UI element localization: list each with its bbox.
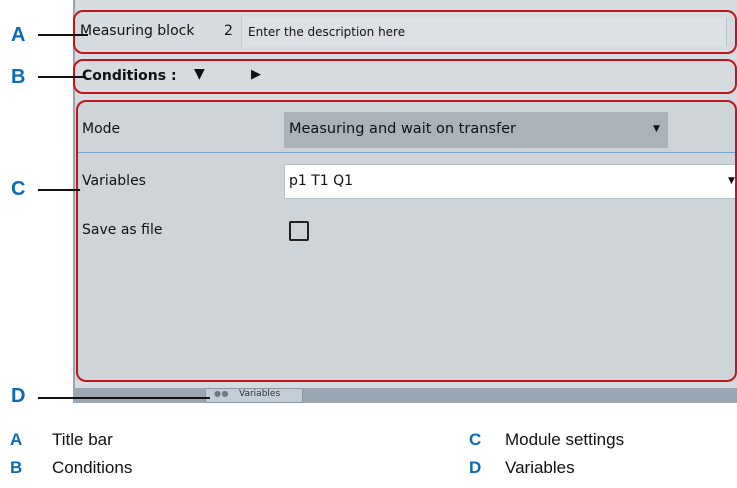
leader-a (38, 34, 88, 36)
leader-c (38, 189, 80, 191)
legend-text-b: Conditions (52, 458, 133, 477)
leader-d (38, 397, 210, 399)
legend-text-d: Variables (505, 458, 575, 477)
marker-b: B (11, 66, 26, 88)
legend-letter-d: D (469, 458, 482, 477)
leader-b (38, 76, 86, 78)
dots-icon: ● ● (214, 389, 228, 398)
marker-d: D (11, 385, 26, 407)
panel-left-border (73, 0, 75, 403)
legend-text-a: Title bar (52, 430, 113, 449)
callout-box-b (73, 59, 737, 94)
callout-box-a (73, 10, 737, 54)
legend-letter-a: A (10, 430, 23, 449)
legend-text-c: Module settings (505, 430, 625, 449)
marker-c: C (11, 178, 26, 200)
legend-letter-c: C (469, 430, 482, 449)
tab-variables-label[interactable]: Variables (239, 389, 280, 399)
bottom-tab-strip (74, 388, 737, 403)
marker-a: A (11, 24, 26, 46)
legend-letter-b: B (10, 458, 23, 477)
callout-box-c (76, 100, 737, 382)
